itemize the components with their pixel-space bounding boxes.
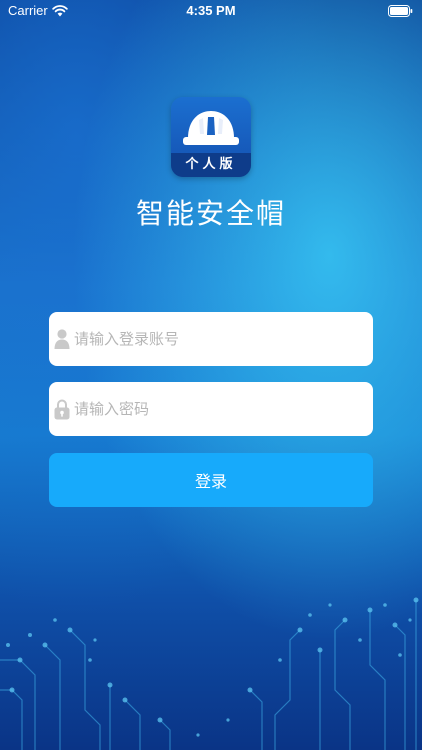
login-screen: Carrier 4:35 PM 个人版 智能安全帽 请输入登录账号 登录 [0, 0, 422, 750]
status-time: 4:35 PM [186, 3, 236, 18]
logo-badge: 个人版 [171, 153, 251, 177]
user-icon [54, 329, 70, 349]
circuit-background [0, 597, 419, 750]
login-button[interactable]: 登录 [49, 453, 373, 507]
lock-icon [54, 399, 70, 420]
account-field[interactable] [49, 312, 373, 366]
password-field[interactable] [49, 382, 373, 436]
helmet-icon [183, 111, 239, 145]
app-logo: 个人版 [171, 97, 251, 177]
app-title: 智能安全帽 [135, 197, 286, 230]
status-bar: Carrier 4:35 PM [0, 0, 422, 22]
battery-icon [388, 5, 413, 17]
account-input[interactable] [74, 312, 364, 366]
password-input[interactable] [74, 382, 364, 436]
